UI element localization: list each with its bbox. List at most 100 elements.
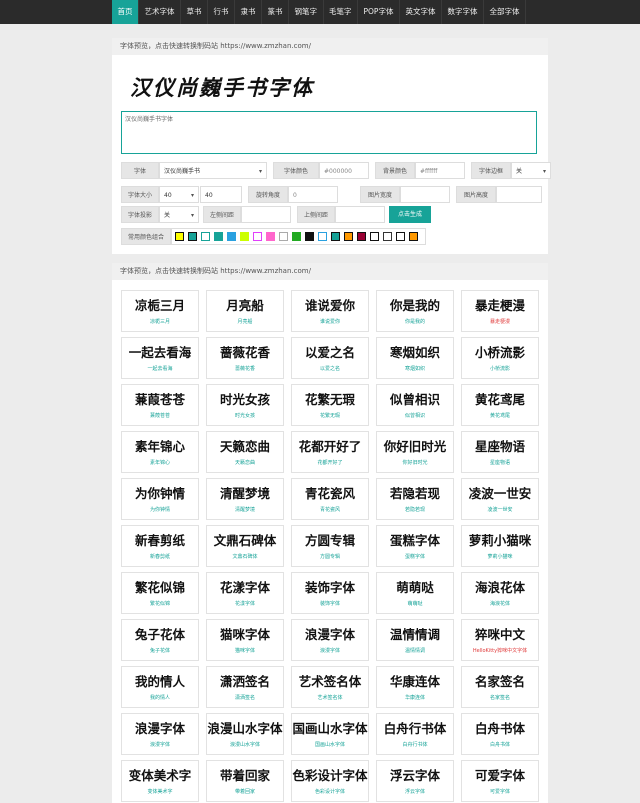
font-card[interactable]: 你是我的 你是我的 [376, 290, 454, 332]
nav-item[interactable]: 毛笔字 [324, 0, 358, 24]
color-swatch[interactable] [357, 232, 366, 241]
font-card[interactable]: 以爱之名 以爱之名 [291, 337, 369, 379]
color-swatch[interactable] [175, 232, 184, 241]
font-card[interactable]: 新春剪纸 新春剪纸 [121, 525, 199, 567]
font-caption[interactable]: 兔子花体 [122, 647, 198, 654]
font-caption[interactable]: 你好旧时光 [377, 459, 453, 466]
color-swatch[interactable] [396, 232, 405, 241]
font-caption[interactable]: 新春剪纸 [122, 553, 198, 560]
bg-color-input[interactable]: #ffffff [415, 162, 465, 179]
font-card[interactable]: 可爱字体 可爱字体 [461, 760, 539, 802]
nav-item[interactable]: 篆书 [262, 0, 289, 24]
nav-item[interactable]: 草书 [181, 0, 208, 24]
font-caption[interactable]: 华康连体 [377, 694, 453, 701]
font-card[interactable]: 装饰字体 装饰字体 [291, 572, 369, 614]
img-width-input[interactable] [400, 186, 450, 203]
font-card[interactable]: 黄花鸢尾 黄花鸢尾 [461, 384, 539, 426]
font-caption[interactable]: 蛋糕字体 [377, 553, 453, 560]
font-card[interactable]: 你好旧时光 你好旧时光 [376, 431, 454, 473]
color-swatch[interactable] [409, 232, 418, 241]
font-card[interactable]: 浮云字体 浮云字体 [376, 760, 454, 802]
font-caption[interactable]: 可爱字体 [462, 788, 538, 795]
font-caption[interactable]: 我的情人 [122, 694, 198, 701]
nav-item[interactable]: 全部字体 [484, 0, 526, 24]
font-caption[interactable]: 暴走梗漫 [462, 318, 538, 325]
font-card[interactable]: 艺术签名体 艺术签名体 [291, 666, 369, 708]
color-swatch[interactable] [201, 232, 210, 241]
font-caption[interactable]: 方圆专辑 [292, 553, 368, 560]
font-card[interactable]: 繁花似锦 繁花似锦 [121, 572, 199, 614]
font-card[interactable]: 花都开好了 花都开好了 [291, 431, 369, 473]
color-swatch[interactable] [214, 232, 223, 241]
font-card[interactable]: 小桥流影 小桥流影 [461, 337, 539, 379]
font-caption[interactable]: 蒹葭苍苍 [122, 412, 198, 419]
size-select[interactable]: 40 ▾ [159, 186, 199, 203]
font-card[interactable]: 猝咪中文 HelloKitty猝咪中文字体 [461, 619, 539, 661]
font-card[interactable]: 名家签名 名家签名 [461, 666, 539, 708]
font-card[interactable]: 素年锦心 素年锦心 [121, 431, 199, 473]
font-card[interactable]: 文鼎石碑体 文鼎石碑体 [206, 525, 284, 567]
nav-item[interactable]: 隶书 [235, 0, 262, 24]
font-caption[interactable]: 花都开好了 [292, 459, 368, 466]
font-card[interactable]: 蛋糕字体 蛋糕字体 [376, 525, 454, 567]
size-input[interactable]: 40 [200, 186, 242, 203]
font-caption[interactable]: 寒烟如织 [377, 365, 453, 372]
font-caption[interactable]: 文鼎石碑体 [207, 553, 283, 560]
font-card[interactable]: 一起去看海 一起去看海 [121, 337, 199, 379]
font-caption[interactable]: HelloKitty猝咪中文字体 [462, 647, 538, 654]
font-card[interactable]: 带着回家 带着回家 [206, 760, 284, 802]
font-card[interactable]: 时光女孩 时光女孩 [206, 384, 284, 426]
font-caption[interactable]: 猫咪字体 [207, 647, 283, 654]
font-caption[interactable]: 你是我的 [377, 318, 453, 325]
nav-item[interactable]: 首页 [112, 0, 139, 24]
font-card[interactable]: 浪漫字体 浪漫字体 [121, 713, 199, 755]
top-spacing-input[interactable] [335, 206, 385, 223]
color-swatch[interactable] [331, 232, 340, 241]
font-caption[interactable]: 星座物语 [462, 459, 538, 466]
font-card[interactable]: 暴走梗漫 暴走梗漫 [461, 290, 539, 332]
color-swatch[interactable] [240, 232, 249, 241]
color-swatch[interactable] [266, 232, 275, 241]
font-caption[interactable]: 艺术签名体 [292, 694, 368, 701]
font-caption[interactable]: 浮云字体 [377, 788, 453, 795]
font-caption[interactable]: 带着回家 [207, 788, 283, 795]
font-caption[interactable]: 小桥流影 [462, 365, 538, 372]
rotate-input[interactable]: 0 [288, 186, 338, 203]
font-caption[interactable]: 国画山水字体 [292, 741, 368, 748]
font-card[interactable]: 青花瓷风 青花瓷风 [291, 478, 369, 520]
nav-item[interactable]: 英文字体 [400, 0, 442, 24]
font-caption[interactable]: 色彩设计字体 [292, 788, 368, 795]
font-card[interactable]: 温情情调 温情情调 [376, 619, 454, 661]
font-caption[interactable]: 凉栀三月 [122, 318, 198, 325]
font-caption[interactable]: 潇洒签名 [207, 694, 283, 701]
font-color-input[interactable]: #000000 [319, 162, 369, 179]
font-caption[interactable]: 温情情调 [377, 647, 453, 654]
font-caption[interactable]: 为你钟情 [122, 506, 198, 513]
font-card[interactable]: 萝莉小猫咪 萝莉小猫咪 [461, 525, 539, 567]
font-caption[interactable]: 变体美术字 [122, 788, 198, 795]
font-caption[interactable]: 若隐若现 [377, 506, 453, 513]
font-card[interactable]: 蒹葭苍苍 蒹葭苍苍 [121, 384, 199, 426]
color-swatch[interactable] [370, 232, 379, 241]
font-card[interactable]: 猫咪字体 猫咪字体 [206, 619, 284, 661]
font-card[interactable]: 白舟书体 白舟书体 [461, 713, 539, 755]
font-card[interactable]: 凉栀三月 凉栀三月 [121, 290, 199, 332]
color-swatch[interactable] [279, 232, 288, 241]
font-caption[interactable]: 凌波一世安 [462, 506, 538, 513]
color-swatch[interactable] [344, 232, 353, 241]
font-caption[interactable]: 天籁恋曲 [207, 459, 283, 466]
font-caption[interactable]: 青花瓷风 [292, 506, 368, 513]
font-card[interactable]: 海浪花体 海浪花体 [461, 572, 539, 614]
nav-item[interactable]: 数字字体 [442, 0, 484, 24]
font-card[interactable]: 清醒梦境 清醒梦境 [206, 478, 284, 520]
font-card[interactable]: 兔子花体 兔子花体 [121, 619, 199, 661]
nav-item[interactable]: POP字体 [358, 0, 400, 24]
font-caption[interactable]: 名家签名 [462, 694, 538, 701]
color-swatch[interactable] [253, 232, 262, 241]
font-caption[interactable]: 素年锦心 [122, 459, 198, 466]
font-card[interactable]: 似曾相识 似曾相识 [376, 384, 454, 426]
font-card[interactable]: 我的情人 我的情人 [121, 666, 199, 708]
font-caption[interactable]: 花繁无瑕 [292, 412, 368, 419]
font-card[interactable]: 为你钟情 为你钟情 [121, 478, 199, 520]
text-input[interactable]: 汉仪尚巍手书字体 [121, 111, 537, 154]
